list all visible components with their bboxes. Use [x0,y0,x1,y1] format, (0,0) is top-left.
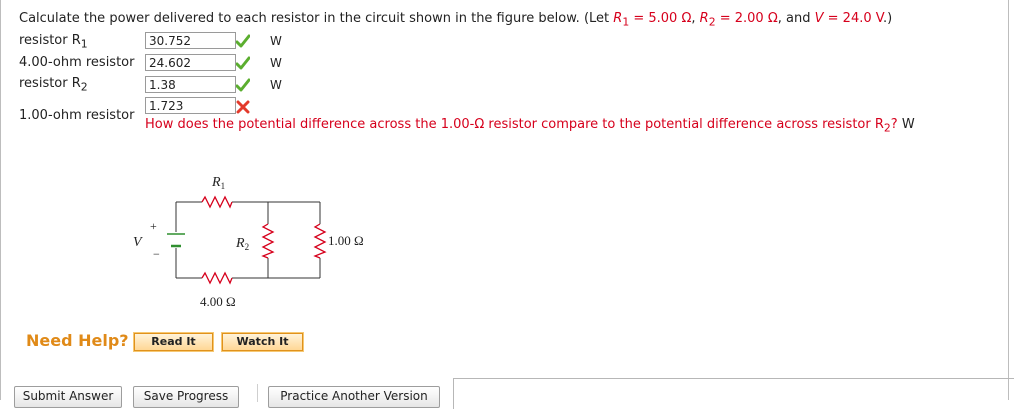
r1-resistor [201,195,233,209]
r3-label: 1.00 Ω [328,233,364,248]
circuit-figure: R1 R2 1.00 Ω 4.00 Ω V + − [133,175,364,309]
r4-resistor [201,271,233,285]
unit-1ohm: W [901,117,915,132]
row-label-4ohm: 4.00-ohm resistor [19,55,135,70]
check-icon [236,78,250,92]
answer-input-r2[interactable]: 1.38 [145,76,236,93]
minus-label: − [153,247,160,261]
unit-4ohm: W [270,56,282,70]
plus-label: + [150,219,157,233]
answer-input-r1[interactable]: 30.752 [145,32,236,49]
r3-resistor [313,223,327,259]
feedback-hint: How does the potential difference across… [145,117,915,135]
practice-another-version-button[interactable]: Practice Another Version [268,386,440,408]
unit-r1: W [270,34,282,48]
v-symbol: V = 24.0 V [814,11,883,26]
read-it-button[interactable]: Read It [134,333,213,351]
need-help-label: Need Help? [26,331,129,350]
submit-answer-button[interactable]: Submit Answer [14,386,122,408]
v-label: V [133,235,143,250]
scratch-area [453,378,1014,409]
answer-input-4ohm[interactable]: 24.602 [145,54,236,71]
r2-symbol: R2 = 2.00 Ω [699,11,778,29]
row-label-r1: resistor R1 [19,33,88,51]
r1-label: R1 [211,175,225,191]
row-label-r2: resistor R2 [19,76,88,94]
button-separator [257,384,258,402]
r2-label: R2 [235,236,249,252]
row-label-1ohm: 1.00-ohm resistor [19,108,135,123]
question-prompt: Calculate the power delivered to each re… [19,11,893,29]
answer-input-1ohm[interactable]: 1.723 [145,97,236,114]
unit-r2: W [270,78,282,92]
prompt-text: Calculate the power delivered to each re… [19,11,614,26]
cross-icon [236,100,250,114]
check-icon [236,34,250,48]
r1-symbol: R1 = 5.00 Ω [613,11,692,29]
r4-label: 4.00 Ω [200,294,236,309]
save-progress-button[interactable]: Save Progress [133,386,239,408]
watch-it-button[interactable]: Watch It [222,333,303,351]
r2-resistor [261,223,275,259]
check-icon [236,56,250,70]
